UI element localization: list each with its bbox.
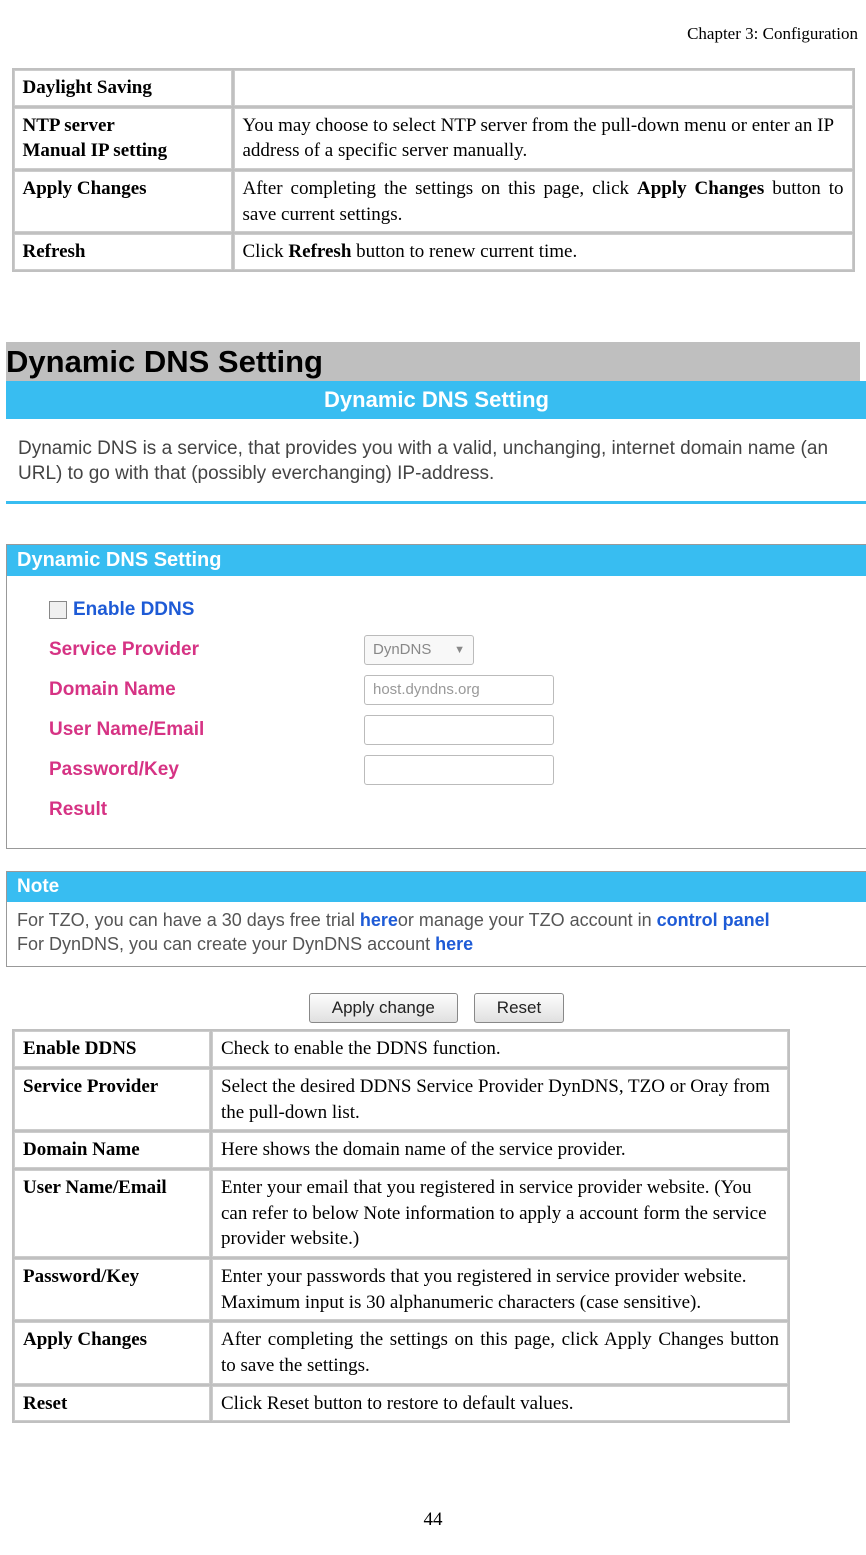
table-row: Service ProviderSelect the desired DDNS … xyxy=(14,1069,788,1130)
note-link-dyndns-here[interactable]: here xyxy=(435,934,473,954)
table-row: Domain NameHere shows the domain name of… xyxy=(14,1132,788,1168)
note-box: Note For TZO, you can have a 30 days fre… xyxy=(6,871,866,968)
ddns-banner: Dynamic DNS Setting xyxy=(6,381,866,419)
password-input[interactable] xyxy=(364,755,554,785)
table-desc-cell: Check to enable the DDNS function. xyxy=(212,1031,788,1067)
table-row: Enable DDNSCheck to enable the DDNS func… xyxy=(14,1031,788,1067)
note-text: or manage your TZO account in xyxy=(398,910,657,930)
top-settings-table: Daylight SavingNTP serverManual IP setti… xyxy=(12,68,855,272)
note-text: For DynDNS, you can create your DynDNS a… xyxy=(17,934,435,954)
table-desc-cell: After completing the settings on this pa… xyxy=(212,1322,788,1383)
table-key-cell: Domain Name xyxy=(14,1132,210,1168)
table-row: NTP serverManual IP settingYou may choos… xyxy=(14,108,853,169)
note-link-tzo-here[interactable]: here xyxy=(360,910,398,930)
apply-change-button[interactable]: Apply change xyxy=(309,993,458,1023)
table-key-cell: NTP serverManual IP setting xyxy=(14,108,232,169)
table-row: Apply ChangesAfter completing the settin… xyxy=(14,171,853,232)
table-row: ResetClick Reset button to restore to de… xyxy=(14,1386,788,1422)
table-key-cell: Enable DDNS xyxy=(14,1031,210,1067)
enable-ddns-checkbox[interactable] xyxy=(49,601,67,619)
table-key-cell: Service Provider xyxy=(14,1069,210,1130)
table-desc-cell: Select the desired DDNS Service Provider… xyxy=(212,1069,788,1130)
table-desc-cell xyxy=(234,70,853,106)
table-desc-cell: Click Reset button to restore to default… xyxy=(212,1386,788,1422)
service-provider-label: Service Provider xyxy=(49,639,364,661)
section-title: Dynamic DNS Setting xyxy=(6,342,860,382)
username-label: User Name/Email xyxy=(49,719,364,741)
table-key-cell: Reset xyxy=(14,1386,210,1422)
table-key-cell: Daylight Saving xyxy=(14,70,232,106)
table-key-cell: Apply Changes xyxy=(14,171,232,232)
ddns-description-table: Enable DDNSCheck to enable the DDNS func… xyxy=(12,1029,790,1423)
table-desc-cell: Here shows the domain name of the servic… xyxy=(212,1132,788,1168)
domain-name-input[interactable]: host.dyndns.org xyxy=(364,675,554,705)
service-provider-value: DynDNS xyxy=(373,641,431,658)
service-provider-select[interactable]: DynDNS ▼ xyxy=(364,635,474,665)
note-link-control-panel[interactable]: control panel xyxy=(657,910,770,930)
table-desc-cell: Enter your email that you registered in … xyxy=(212,1170,788,1257)
table-key-cell: Apply Changes xyxy=(14,1322,210,1383)
ddns-ui-panel: Dynamic DNS Setting Dynamic DNS is a ser… xyxy=(6,381,866,1023)
username-input[interactable] xyxy=(364,715,554,745)
table-desc-cell: Enter your passwords that you registered… xyxy=(212,1259,788,1320)
ddns-subhead: Dynamic DNS Setting xyxy=(7,545,866,576)
table-row: User Name/EmailEnter your email that you… xyxy=(14,1170,788,1257)
enable-ddns-label: Enable DDNS xyxy=(73,599,194,621)
ddns-intro-text: Dynamic DNS is a service, that provides … xyxy=(6,419,866,503)
table-desc-cell: After completing the settings on this pa… xyxy=(234,171,853,232)
table-desc-cell: Click Refresh button to renew current ti… xyxy=(234,234,853,270)
password-label: Password/Key xyxy=(49,759,364,781)
result-label: Result xyxy=(49,799,364,821)
table-row: Daylight Saving xyxy=(14,70,853,106)
table-row: Password/KeyEnter your passwords that yo… xyxy=(14,1259,788,1320)
table-key-cell: User Name/Email xyxy=(14,1170,210,1257)
reset-button[interactable]: Reset xyxy=(474,993,564,1023)
table-key-cell: Refresh xyxy=(14,234,232,270)
table-desc-cell: You may choose to select NTP server from… xyxy=(234,108,853,169)
domain-name-label: Domain Name xyxy=(49,679,364,701)
note-text: For TZO, you can have a 30 days free tri… xyxy=(17,910,360,930)
table-row: RefreshClick Refresh button to renew cur… xyxy=(14,234,853,270)
table-key-cell: Password/Key xyxy=(14,1259,210,1320)
note-head: Note xyxy=(7,872,866,902)
chapter-header: Chapter 3: Configuration xyxy=(6,24,860,44)
chevron-down-icon: ▼ xyxy=(454,644,465,656)
table-row: Apply ChangesAfter completing the settin… xyxy=(14,1322,788,1383)
page-number: 44 xyxy=(0,1509,866,1531)
